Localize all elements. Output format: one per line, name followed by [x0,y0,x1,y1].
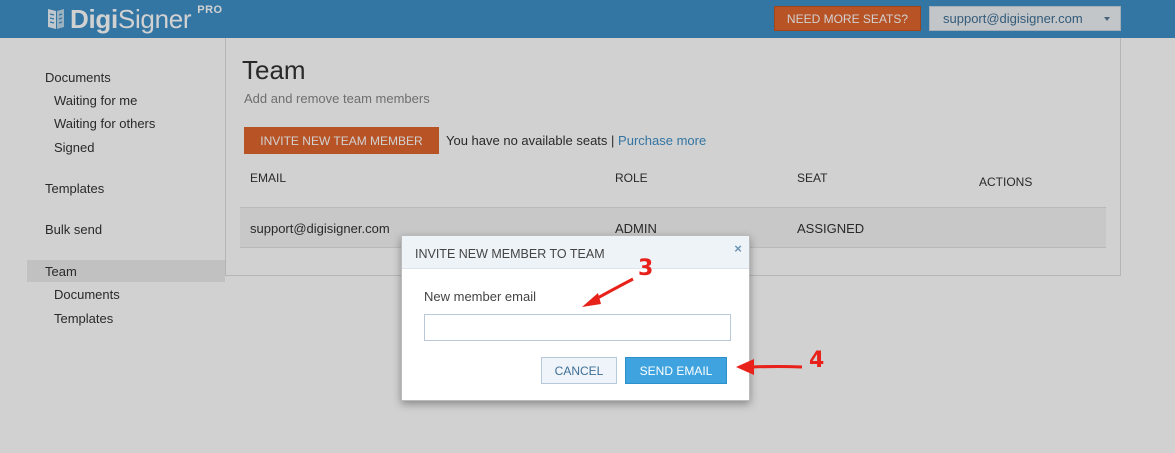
step-3-number: 3 [638,256,654,281]
member-email-input[interactable] [424,314,731,341]
send-email-button[interactable]: SEND EMAIL [625,357,727,384]
step-4-number: 4 [809,348,825,373]
dialog-header: INVITE NEW MEMBER TO TEAM × [402,236,749,269]
invite-member-dialog: INVITE NEW MEMBER TO TEAM × New member e… [401,235,750,401]
dialog-title: INVITE NEW MEMBER TO TEAM [415,247,605,261]
close-icon[interactable]: × [732,242,744,255]
email-label: New member email [424,289,536,304]
cancel-button[interactable]: CANCEL [541,357,617,384]
